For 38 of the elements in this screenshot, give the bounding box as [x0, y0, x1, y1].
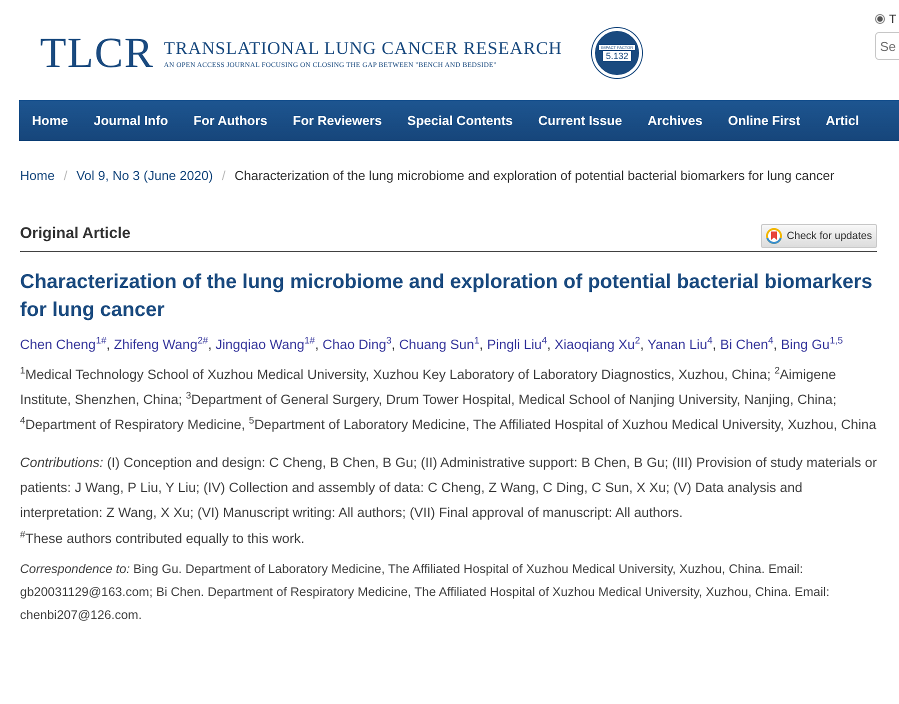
author-link[interactable]: Bing Gu$^{1,5}$	[780, 337, 843, 352]
author-link[interactable]: Yanan Liu$^{4}$	[647, 337, 713, 352]
nav-item[interactable]: Journal Info	[80, 113, 181, 128]
nav-item[interactable]: For Reviewers	[280, 113, 394, 128]
journal-logo[interactable]: TLCR	[40, 28, 154, 78]
radio-button[interactable]	[875, 14, 885, 24]
nav-item[interactable]: Archives	[634, 113, 715, 128]
breadcrumb-separator: /	[222, 168, 226, 183]
author-list: Chen Cheng$^{1#}$, Zhifeng Wang$^{2#}$, Jingqiao Wang$^{1#}$, Chao Ding$^{3}$, Chuang Sun$^{1}$, Pingli Liu$^{4}$, Xiaoqiang Xu$^{2}$, Yanan Liu$^{4}$, Bi Chen$^{4}$, Bing Gu$^{1,5}$	[20, 334, 877, 356]
breadcrumb-separator: /	[64, 168, 68, 183]
breadcrumb-link[interactable]: Home	[20, 168, 55, 183]
author-link[interactable]: Xiaoqiang Xu$^{2}$	[554, 337, 640, 352]
author-link[interactable]: Chen Cheng$^{1#}$	[20, 337, 106, 352]
nav-item[interactable]: For Authors	[180, 113, 280, 128]
author-link[interactable]: Chao Ding$^{3}$	[322, 337, 392, 352]
nav-item[interactable]: Articl	[812, 113, 872, 128]
journal-name: TRANSLATIONAL LUNG CANCER RESEARCH	[164, 38, 562, 58]
search-field[interactable]: Se	[875, 32, 899, 60]
article-title: Characterization of the lung microbiome and exploration of potential bacterial biomarkers for lung cancer	[20, 270, 874, 323]
affiliations-text: $^{1}$Medical Technology School of Xuzhou Medical University, Xuzhou Key Laboratory of Laboratory Diagnostics, Xuzhou, China; $^{2}$Aimigene Institute, Shenzhen, China; $^{3}$Department of General Surgery, Drum Tower Hospital, Medical School of Nanjing University, Nanjing, China; $^{4}$Department of Respiratory Medicine, $^{5}$Department of Laboratory Medicine, The Affiliated Hospital of Xuzhou Medical University, Xuzhou, China	[20, 364, 877, 434]
section-heading: Original Article	[20, 225, 131, 244]
correspondence-text: Correspondence to: Bing Gu. Department of Laboratory Medicine, The Affiliated Hospital of Xuzhou Medical University, Xuzhou, China. Email: gb20031129@163.com; Bi Chen. Department of Respiratory Medicine, The Affiliated Hospital of Xuzhou Medical University, Xuzhou, China. Email: chenbi207@126.com.	[20, 561, 830, 624]
check-for-updates-button[interactable]: Check for updates	[760, 224, 877, 248]
nav-item[interactable]: Home	[19, 113, 81, 128]
breadcrumb-current: Characterization of the lung microbiome and exploration of potential bacterial biomarkers for lung cancer	[234, 168, 834, 183]
nav-item[interactable]: Current Issue	[525, 113, 635, 128]
contributions-text: Contributions: (I) Conception and design: C Cheng, B Chen, B Gu; (II) Administrative support: B Chen, B Gu; (III) Provision of study materials or patients: J Wang, P Liu, Y Liu; (IV) Collection and assembly of data: C Cheng, Z Wang, C Ding, C Sun, X Xu; (V) Data analysis and interpretation: Z Wang, X Xu; (VI) Manuscript writing: All authors; (VII) Final approval of manuscript: All authors.	[20, 454, 877, 522]
radio-label: T	[889, 12, 896, 26]
breadcrumb-link[interactable]: Vol 9, No 3 (June 2020)	[76, 168, 213, 183]
equal-contribution-note: $^{#}$These authors contributed equally to this work.	[20, 531, 306, 546]
author-link[interactable]: Jingqiao Wang$^{1#}$	[216, 337, 315, 352]
nav-item[interactable]: Special Contents	[394, 113, 526, 128]
author-link[interactable]: Pingli Liu$^{4}$	[486, 337, 548, 352]
author-link[interactable]: Chuang Sun$^{1}$	[399, 337, 480, 352]
bookmark-icon	[766, 228, 782, 244]
author-link[interactable]: Zhifeng Wang$^{2#}$	[114, 337, 208, 352]
nav-item[interactable]: Online First	[715, 113, 813, 128]
author-link[interactable]: Bi Chen$^{4}$	[720, 337, 774, 352]
